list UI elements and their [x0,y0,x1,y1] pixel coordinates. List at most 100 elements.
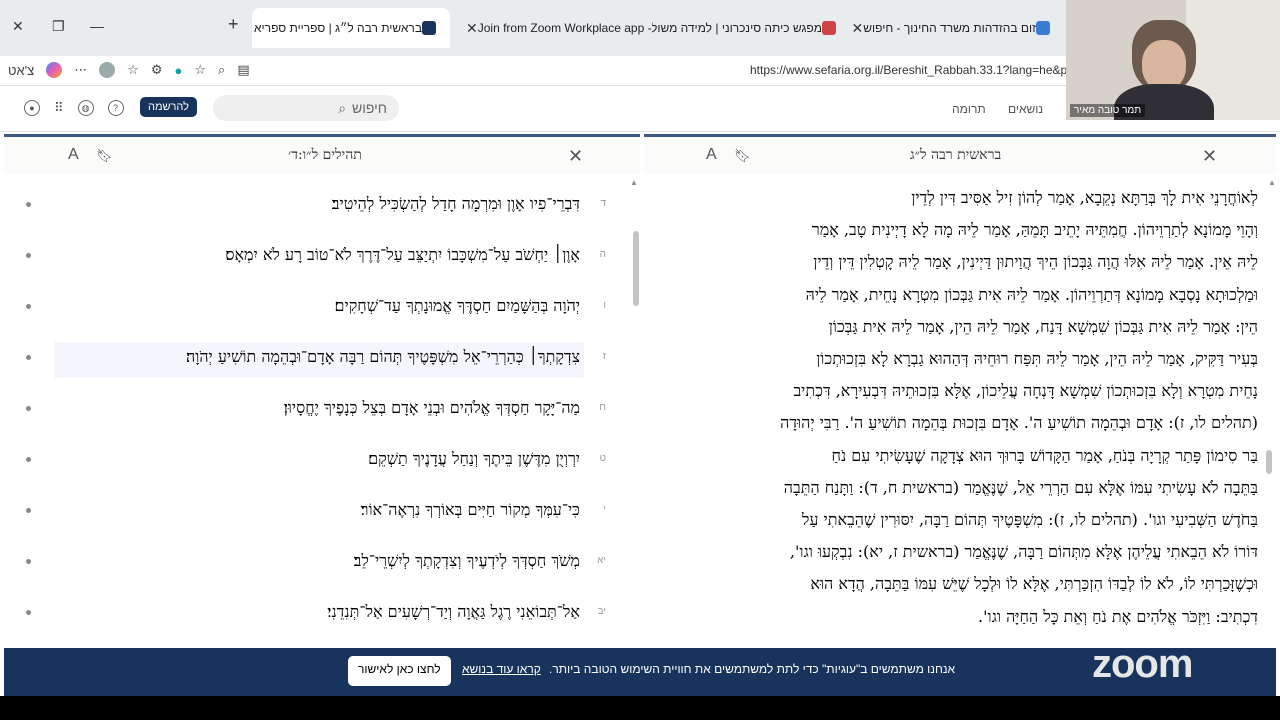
midrash-line[interactable]: בְּעִיר דַּקִּיק, אָמַר לֵיהּ הֵין, אָמַ… [690,349,1258,369]
search-input[interactable]: חיפוש ⌕ [213,95,399,121]
midrash-line[interactable]: וּמַלְכוּתָא נָסְבָא מָמוֹנָא דְּתַרְוֵי… [690,285,1258,305]
verse-bullet [26,304,31,309]
profile-icon[interactable]: ● [24,100,40,116]
psalms-text-pane: ד דִּבְרֵי־פִיו אָוֶן וּמִרְמָה חָדַל לְה… [4,176,640,646]
bookmark-icon[interactable]: 🔖︎ [96,148,113,164]
midrash-line[interactable]: וּכְשֶׁזָּכַרְתִּי לוֹ, לֹא לוֹ לְבַדּוֹ… [690,574,1258,594]
right-panel-header: A 🔖︎ בראשית רבה ל״ג ✕ [644,134,1276,174]
language-globe-icon[interactable]: ◍ [77,100,94,116]
midrash-line[interactable]: נָחֵית מִטְרָא וְלָא בִּזְכוּתְכוֹן שִׁמ… [690,381,1258,401]
verse-text[interactable]: מַה־יָּקָר חַסְדְּךָ אֱלֹהִים וּבְנֵי אָ… [284,398,580,418]
verse-text[interactable]: אַל־תְּבוֹאֵנִי רֶגֶל גַּאֲוָה וְיַד־רְש… [327,602,580,622]
verse-number: ד [600,198,606,209]
grammarly-icon[interactable]: ● [175,63,183,78]
midrash-line[interactable]: בַּר סִימוֹן פָּתַר קְרָיָה בְּנֹחַ, אָמ… [690,446,1258,466]
close-panel-icon[interactable]: ✕ [568,146,583,167]
left-panel-title: תהילים ל״ו:ד׳ [288,147,362,163]
midrash-line[interactable]: הֵין: אָמַר לֵיהּ אִית גַּבְּכוֹן שִׁמְש… [690,317,1258,337]
tab-sync-meeting[interactable]: מפגש כיתה סינכרוני | למידה משולבת ✕ [652,8,850,48]
tab-label: בראשית רבה ל״ג | ספריית ספריא [254,21,422,35]
verse-bullet [26,406,31,411]
zoom-video-thumbnail[interactable]: תמר טובה מאיר [1066,0,1280,120]
extensions-icon[interactable]: ⚙ [151,62,163,78]
verse-bullet [26,508,31,513]
midrash-line[interactable]: לְאוֹחֲרָנֵי אִית לָךְ בְּרַתָּא נְקֵבָא… [690,188,1258,208]
scroll-up-icon[interactable]: ▲ [1268,178,1276,187]
verse-bullet [26,457,31,462]
browser-toolbar: צ'אט ⋯ ☆ ⚙ ● ☆ ⌕ ▤ [8,62,250,78]
tab-sefaria[interactable]: בראשית רבה ל״ג | ספריית ספריא ✕ [252,8,450,48]
verse-text[interactable]: אָוֶן׀ יַחְשֹׁב עַל־מִשְׁכָּבוֹ יִתְיַצֵ… [225,245,580,265]
zoom-page-icon[interactable]: ⌕ [218,62,225,78]
tab-close-icon[interactable]: ✕ [852,20,863,37]
search-icon: ⌕ [338,99,347,116]
restore-window-icon[interactable]: ❐ [52,18,65,35]
verse-text[interactable]: יְהֹוָה בְּהַשָּׁמַיִם חַסְדֶּךָ אֱמוּנָ… [335,296,580,316]
add-favorite-icon[interactable]: ☆ [194,62,206,78]
tab-search[interactable]: זום בהזדהות משרד החינוך - חיפוש ✕ [852,8,1064,48]
verse-bullet [26,559,31,564]
more-menu-icon[interactable]: ⋯ [74,62,87,78]
bookmark-icon[interactable]: 🔖︎ [734,148,751,164]
copilot-icon[interactable] [46,62,63,78]
tab-label: זום בהזדהות משרד החינוך - חיפוש [863,21,1036,35]
participant-name: תמר טובה מאיר [1070,104,1146,117]
left-scrollbar[interactable] [633,231,639,306]
verse-bullet [26,253,31,258]
verse-number: יב [597,606,606,617]
zoom-logo: zoom [1092,642,1193,686]
minimize-window-icon[interactable]: — [90,18,104,34]
midrash-line[interactable]: דִכְתִיב: וַיִּזְכֹּר אֱלֹהִים אֶת נֹחַ … [690,607,1258,627]
midrash-line[interactable]: וְהָוֵי מָמוֹנָא לְתַרְוֵיהוֹן. חֲמִתֵּי… [690,220,1258,240]
font-size-icon[interactable]: A [706,146,717,164]
right-scrollbar[interactable] [1266,450,1272,474]
verse-number: י [603,504,606,515]
url-text[interactable]: https://www.sefaria.org.il/Bereshit_Rabb… [750,63,1081,77]
tab-zoom-join[interactable]: ✕ Join from Zoom Workplace app - Zoom [452,8,652,48]
sefaria-favicon-icon [422,21,436,35]
close-panel-icon[interactable]: ✕ [1202,146,1217,167]
verse-text[interactable]: כִּי־עִמְּךָ מְקוֹר חַיִּים בְּאוֹרְךָ נ… [361,500,580,520]
font-size-icon[interactable]: A [68,146,79,164]
signup-button[interactable]: להרשמה [140,97,198,117]
nav-donate-link[interactable]: תרומה [952,102,986,116]
search-placeholder: חיפוש [352,100,387,116]
verse-bullet [26,610,31,615]
verse-text[interactable]: יִרְוְיֻן מִדֶּשֶׁן בֵּיתֶךָ וְנַחַל עֲד… [368,449,580,469]
tab-close-icon[interactable]: ✕ [466,20,478,37]
verse-text[interactable]: דִּבְרֵי־פִיו אָוֶן וּמִרְמָה חָדַל לְהַ… [332,194,580,214]
close-window-icon[interactable]: ✕ [12,18,24,35]
midrash-line[interactable]: לֵיהּ אֵין. אָמַר לֵיהּ אִלּוּ הֲוָה גַּ… [690,252,1258,272]
midrash-line[interactable]: דּוֹרוֹ לֹא הֵבֵאתִי עֲלֵיהֶן אֶלָּא מִת… [690,542,1258,562]
profile-label[interactable]: צ'אט [8,63,34,78]
verse-number: ו [603,300,606,311]
favorites-icon[interactable]: ☆ [127,62,139,78]
verse-number: ז [602,351,606,362]
bottom-strip [0,696,1280,720]
cookie-banner: לחצו כאן לאישור קראו עוד בנושא אנחנו משת… [4,648,1276,696]
midrash-line[interactable]: (תהלים לו, ז): אָדָם וּבְהֵמָה תוֹשִׁיעַ… [690,413,1258,433]
verse-bullet [26,355,31,360]
verse-bullet [26,202,31,207]
tab-close-icon[interactable]: ✕ [252,20,254,37]
midrash-line[interactable]: בַּחֹדֶשׁ הַשְּׁבִיעִי וגו'. (תהלים לו, … [690,510,1258,530]
cookie-text: אנחנו משתמשים ב"עוגיות" כדי לתת למשתמשים… [549,662,956,676]
cookie-accept-button[interactable]: לחצו כאן לאישור [348,656,451,686]
split-screen-icon[interactable]: ▤ [237,62,249,78]
midrash-line[interactable]: בַּתֵּבָה לֹא עָשִׂיתִי עִמּוֹ אֶלָּא עִ… [690,478,1258,498]
verse-number: ח [599,402,606,413]
new-tab-button[interactable]: + [228,14,239,35]
verse-text[interactable]: צִדְקָתְךָ׀ כְּהַרְרֵי־אֵל מִשְׁפָּטֶיךָ… [186,347,580,367]
verse-text[interactable]: מְשֹׁךְ חַסְדְּךָ לְיֹדְעֶיךָ וְצִדְקָתְ… [354,551,580,571]
school-favicon-icon [822,21,836,35]
verse-number: יא [597,555,606,566]
left-panel-header: A 🔖︎ תהילים ל״ו:ד׳ ✕ [4,134,640,174]
tab-label: Join from Zoom Workplace app - Zoom [477,21,652,35]
midrash-text-pane: לְאוֹחֲרָנֵי אִית לָךְ בְּרַתָּא נְקֵבָא… [644,176,1276,646]
help-icon[interactable]: ? [107,100,124,116]
cookie-read-more-link[interactable]: קראו עוד בנושא [462,662,541,676]
scroll-up-icon[interactable]: ▲ [630,178,638,187]
profile-avatar-icon[interactable] [99,62,116,78]
nav-topics-link[interactable]: נושאים [1008,102,1043,116]
apps-grid-icon[interactable]: ⠿ [54,100,64,116]
